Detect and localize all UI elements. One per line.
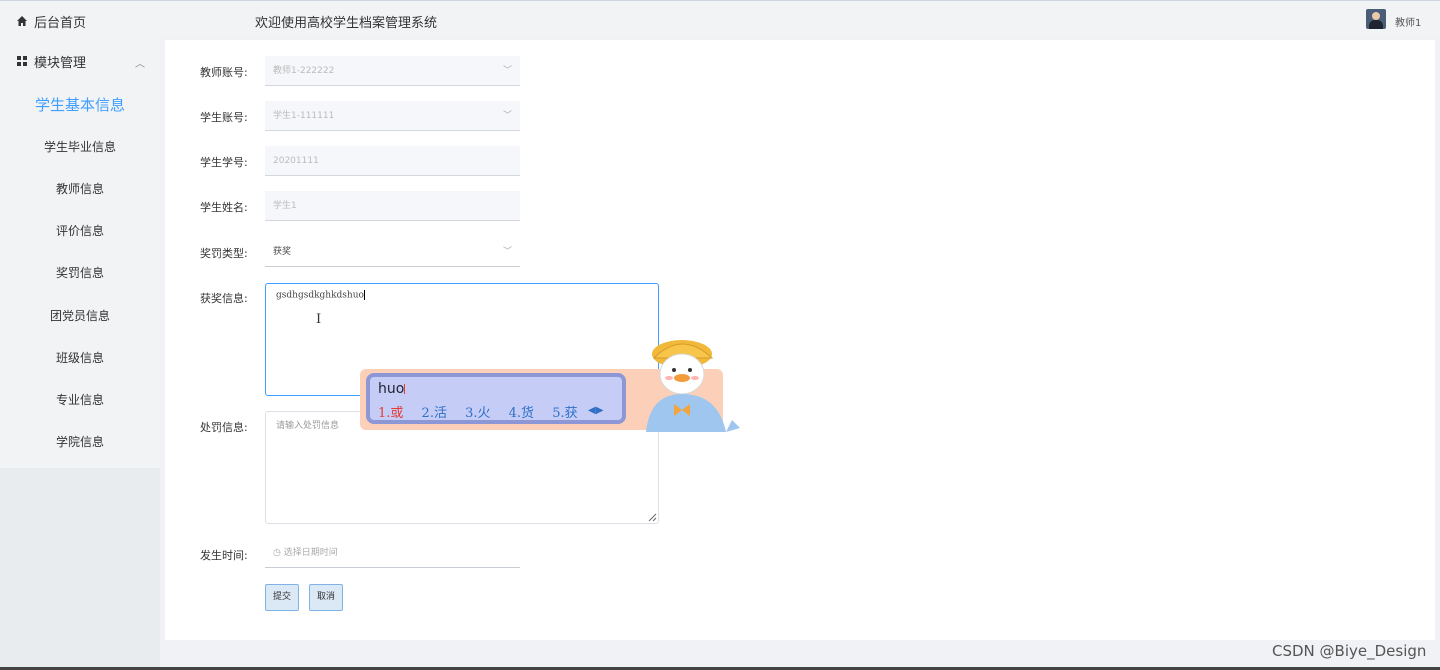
teacher-account-select[interactable]: 教师1-222222 ﹀ <box>265 56 520 86</box>
ime-page-arrows-icon[interactable]: ◀▶ <box>588 405 603 416</box>
duck-mascot-icon <box>646 340 740 432</box>
submit-button[interactable]: 提交 <box>265 584 299 611</box>
student-name-field[interactable]: 学生1 <box>265 191 520 221</box>
watermark: CSDN @Biye_Design <box>1272 642 1427 660</box>
ibeam-cursor-icon: I <box>316 312 322 327</box>
punish-info-label: 处罚信息: <box>200 421 248 434</box>
student-account-value: 学生1-111111 <box>273 111 335 121</box>
chevron-down-icon: ﹀ <box>502 247 512 257</box>
date-label: 发生时间: <box>200 549 248 562</box>
reward-type-value: 获奖 <box>273 247 292 257</box>
ime-candidate-list: 1.或 2.活 3.火 4.货 5.获 <box>378 402 592 421</box>
chevron-up-icon: ︿ <box>135 59 145 70</box>
menu-module-management[interactable]: 模块管理 ︿ <box>0 41 160 81</box>
home-icon <box>17 16 27 26</box>
ime-candidate[interactable]: 2.活 <box>422 406 447 421</box>
page-title: 欢迎使用高校学生档案管理系统 <box>255 16 438 31</box>
student-name-value: 学生1 <box>273 201 297 211</box>
resize-handle-icon[interactable] <box>648 513 657 522</box>
student-no-label: 学生学号: <box>200 156 248 169</box>
sidebar-item-student-graduation[interactable]: 学生毕业信息 <box>0 127 160 167</box>
sidebar-item-evaluation[interactable]: 评价信息 <box>0 211 160 251</box>
sidebar-item-class[interactable]: 班级信息 <box>0 338 160 378</box>
sidebar-item-reward-punish[interactable]: 奖罚信息 <box>0 253 160 293</box>
sidebar-empty-area <box>0 468 160 670</box>
student-account-select[interactable]: 学生1-111111 ﹀ <box>265 101 520 131</box>
grid-icon <box>17 56 27 66</box>
teacher-account-label: 教师账号: <box>200 66 248 79</box>
date-placeholder: 选择日期时间 <box>283 548 338 558</box>
sidebar-item-party-member[interactable]: 团党员信息 <box>0 296 160 336</box>
sidebar: 后台首页 模块管理 ︿ 学生基本信息 学生毕业信息 教师信息 评价信息 奖罚信息… <box>0 0 160 468</box>
teacher-account-value: 教师1-222222 <box>273 66 335 76</box>
reward-type-select[interactable]: 获奖 ﹀ <box>265 237 520 267</box>
menu-home-label: 后台首页 <box>34 16 87 31</box>
chevron-down-icon: ﹀ <box>502 66 512 76</box>
ime-candidate[interactable]: 3.火 <box>465 406 490 421</box>
student-no-field[interactable]: 20201111 <box>265 146 520 176</box>
ime-candidate[interactable]: 1.或 <box>378 406 403 421</box>
chevron-down-icon: ﹀ <box>502 111 512 121</box>
top-header: 欢迎使用高校学生档案管理系统 教师1 <box>160 0 1440 38</box>
ime-composition: huo <box>378 381 406 397</box>
clock-icon: ◷ <box>273 548 281 558</box>
sidebar-item-college[interactable]: 学院信息 <box>0 422 160 462</box>
ime-candidate[interactable]: 4.货 <box>509 406 534 421</box>
reward-type-label: 奖罚类型: <box>200 247 248 260</box>
menu-group-label: 模块管理 <box>34 56 87 71</box>
username-label[interactable]: 教师1 <box>1395 14 1421 29</box>
sidebar-item-teacher[interactable]: 教师信息 <box>0 169 160 209</box>
sidebar-item-major[interactable]: 专业信息 <box>0 380 160 420</box>
ime-panel: huo 1.或 2.活 3.火 4.货 5.获 ◀▶ <box>366 373 626 424</box>
reward-info-label: 获奖信息: <box>200 292 248 305</box>
reward-info-value: gsdhgsdkghkdshuo <box>276 290 364 301</box>
menu-home[interactable]: 后台首页 <box>0 1 160 41</box>
sidebar-item-student-basic[interactable]: 学生基本信息 <box>0 85 160 125</box>
ime-candidate[interactable]: 5.获 <box>552 406 577 421</box>
student-name-label: 学生姓名: <box>200 201 248 214</box>
date-picker[interactable]: ◷ 选择日期时间 <box>265 538 520 568</box>
avatar[interactable] <box>1366 9 1386 29</box>
student-account-label: 学生账号: <box>200 111 248 124</box>
punish-info-placeholder: 请输入处罚信息 <box>276 421 340 431</box>
cancel-button[interactable]: 取消 <box>309 584 343 611</box>
text-caret <box>363 290 365 300</box>
student-no-value: 20201111 <box>273 156 319 166</box>
